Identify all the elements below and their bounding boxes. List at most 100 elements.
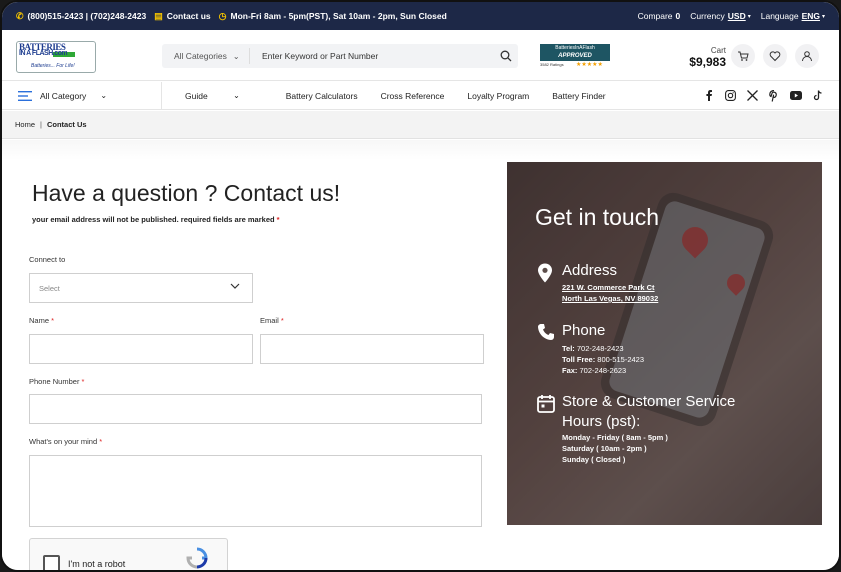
search-input[interactable]: Enter Keyword or Part Number bbox=[250, 51, 494, 61]
document-icon: ▤ bbox=[154, 10, 163, 21]
message-label-text: What's on your mind bbox=[29, 437, 98, 446]
tel-label: Tel: bbox=[562, 344, 575, 353]
required-mark: * bbox=[81, 377, 85, 386]
location-pin-icon bbox=[538, 263, 552, 283]
all-category-menu[interactable]: All Category ⌄ bbox=[2, 82, 162, 109]
search-icon bbox=[500, 50, 512, 62]
phone-numbers[interactable]: ✆ (800)515-2423 | (702)248-2423 bbox=[16, 11, 146, 22]
facebook-icon[interactable] bbox=[704, 90, 714, 101]
phone-icon: ✆ bbox=[16, 10, 24, 21]
browser-frame: ✆ (800)515-2423 | (702)248-2423 ▤ Contac… bbox=[0, 0, 841, 572]
site-logo[interactable]: BATTERIES IN A FLASH.com Batteries... Fo… bbox=[16, 41, 96, 73]
search-button[interactable] bbox=[494, 50, 518, 62]
tiktok-icon[interactable] bbox=[813, 90, 823, 101]
name-label-text: Name bbox=[29, 316, 50, 325]
hamburger-icon bbox=[18, 90, 32, 101]
breadcrumb: Home | Contact Us bbox=[2, 111, 839, 139]
form-subtitle: your email address will not be published… bbox=[32, 215, 280, 224]
nav-item-cross-reference[interactable]: Cross Reference bbox=[381, 91, 445, 101]
badge-main-text: APPROVED bbox=[558, 53, 592, 59]
search-placeholder: Enter Keyword or Part Number bbox=[262, 51, 379, 61]
breadcrumb-current: Contact Us bbox=[46, 120, 87, 129]
currency-value: USD bbox=[727, 11, 746, 21]
fax-value: 702-248-2623 bbox=[579, 366, 627, 375]
tollfree-value: 800-515-2423 bbox=[597, 355, 645, 364]
cart-icon bbox=[738, 51, 749, 61]
chevron-down-icon: ▾ bbox=[821, 13, 825, 20]
contact-page: Have a question ? Contact us! your email… bbox=[2, 140, 839, 570]
search-bar: All Categories ⌄ Enter Keyword or Part N… bbox=[162, 44, 518, 68]
connect-to-label: Connect to bbox=[29, 255, 66, 264]
name-label: Name * bbox=[29, 316, 54, 325]
compare-label: Compare bbox=[637, 11, 673, 21]
message-textarea[interactable] bbox=[29, 455, 482, 527]
recaptcha-icon bbox=[186, 547, 208, 569]
chevron-down-icon: ⌄ bbox=[233, 91, 240, 100]
category-select-label: All Categories bbox=[174, 51, 227, 61]
cart-button[interactable] bbox=[731, 44, 755, 68]
chevron-down-icon: ⌄ bbox=[232, 51, 240, 61]
page-title: Have a question ? Contact us! bbox=[32, 180, 341, 206]
chevron-down-icon: ▾ bbox=[747, 13, 751, 20]
instagram-icon[interactable] bbox=[725, 90, 736, 101]
compare-link[interactable]: Compare 0 bbox=[638, 11, 681, 21]
phone-title: Phone bbox=[562, 322, 606, 339]
store-hours: ◷ Mon-Fri 8am - 5pm(PST), Sat 10am - 2pm… bbox=[219, 11, 447, 22]
language-value: ENG bbox=[801, 11, 820, 21]
nav-item-battery-finder[interactable]: Battery Finder bbox=[552, 91, 605, 101]
address-line-2[interactable]: North Las Vegas, NV 89032 bbox=[562, 294, 658, 303]
language-dropdown[interactable]: Language ENG ▾ bbox=[761, 11, 825, 21]
chevron-down-icon: ⌄ bbox=[100, 91, 108, 100]
category-select[interactable]: All Categories ⌄ bbox=[162, 48, 250, 64]
address-line-1[interactable]: 221 W. Commerce Park Ct bbox=[562, 283, 655, 292]
connect-to-placeholder: Select bbox=[39, 283, 60, 293]
tel-line[interactable]: Tel: 702-248-2423 bbox=[562, 344, 624, 353]
logo-tagline: Batteries... For Life! bbox=[31, 63, 75, 69]
address-title: Address bbox=[562, 262, 618, 279]
currency-label: Currency bbox=[690, 11, 725, 21]
account-button[interactable] bbox=[795, 44, 819, 68]
tollfree-line[interactable]: Toll Free: 800-515-2423 bbox=[562, 355, 644, 364]
message-label: What's on your mind * bbox=[29, 437, 102, 446]
nav-item-loyalty-program[interactable]: Loyalty Program bbox=[467, 91, 529, 101]
hours-title-line-2: Hours (pst): bbox=[562, 413, 641, 430]
calendar-icon bbox=[537, 395, 555, 413]
star-rating-icon: ★★★★★ bbox=[576, 62, 603, 68]
youtube-icon[interactable] bbox=[790, 91, 802, 100]
hours-title-line-1: Store & Customer Service bbox=[562, 393, 736, 410]
badge-top-text: BatteriesInAFlash bbox=[555, 45, 595, 51]
x-icon[interactable] bbox=[747, 90, 758, 101]
logo-line-2: IN A FLASH.com bbox=[19, 50, 68, 57]
contact-link[interactable]: ▤ Contact us bbox=[154, 11, 210, 22]
user-icon bbox=[802, 51, 812, 62]
required-mark: * bbox=[280, 316, 284, 325]
cart-summary[interactable]: Cart $9,983 bbox=[686, 46, 726, 69]
phone-numbers-text: (800)515-2423 | (702)248-2423 bbox=[27, 11, 147, 21]
required-mark: * bbox=[51, 316, 55, 325]
currency-dropdown[interactable]: Currency USD ▾ bbox=[690, 11, 750, 21]
badge-top: BatteriesInAFlash APPROVED bbox=[540, 44, 610, 61]
recaptcha-checkbox[interactable] bbox=[43, 555, 60, 570]
nav-item-guide[interactable]: Guide ⌄ bbox=[185, 91, 263, 101]
fax-label: Fax: bbox=[562, 366, 578, 375]
breadcrumb-home[interactable]: Home bbox=[15, 120, 35, 129]
wishlist-button[interactable] bbox=[763, 44, 787, 68]
email-label: Email * bbox=[260, 316, 284, 325]
email-label-text: Email bbox=[260, 316, 279, 325]
shopper-approved-badge[interactable]: BatteriesInAFlash APPROVED 3582 Ratings … bbox=[540, 44, 610, 70]
tollfree-label: Toll Free: bbox=[562, 355, 596, 364]
nav-item-battery-calculators[interactable]: Battery Calculators bbox=[286, 91, 358, 101]
recaptcha-widget: I'm not a robot bbox=[29, 538, 228, 570]
breadcrumb-separator: | bbox=[40, 120, 42, 129]
name-field[interactable] bbox=[29, 334, 253, 364]
email-field[interactable] bbox=[260, 334, 484, 364]
hours-saturday: Saturday ( 10am - 2pm ) bbox=[562, 444, 647, 453]
connect-to-select[interactable]: Select bbox=[29, 273, 253, 303]
site-header: BATTERIES IN A FLASH.com Batteries... Fo… bbox=[2, 30, 839, 81]
phone-number-field[interactable] bbox=[29, 394, 482, 424]
language-label: Language bbox=[760, 11, 799, 21]
pinterest-icon[interactable] bbox=[769, 89, 779, 102]
contact-link-text: Contact us bbox=[166, 11, 211, 21]
hours-weekday: Monday - Friday ( 8am - 5pm ) bbox=[562, 433, 668, 442]
main-nav: All Category ⌄ Guide ⌄ Battery Calculato… bbox=[2, 82, 839, 110]
